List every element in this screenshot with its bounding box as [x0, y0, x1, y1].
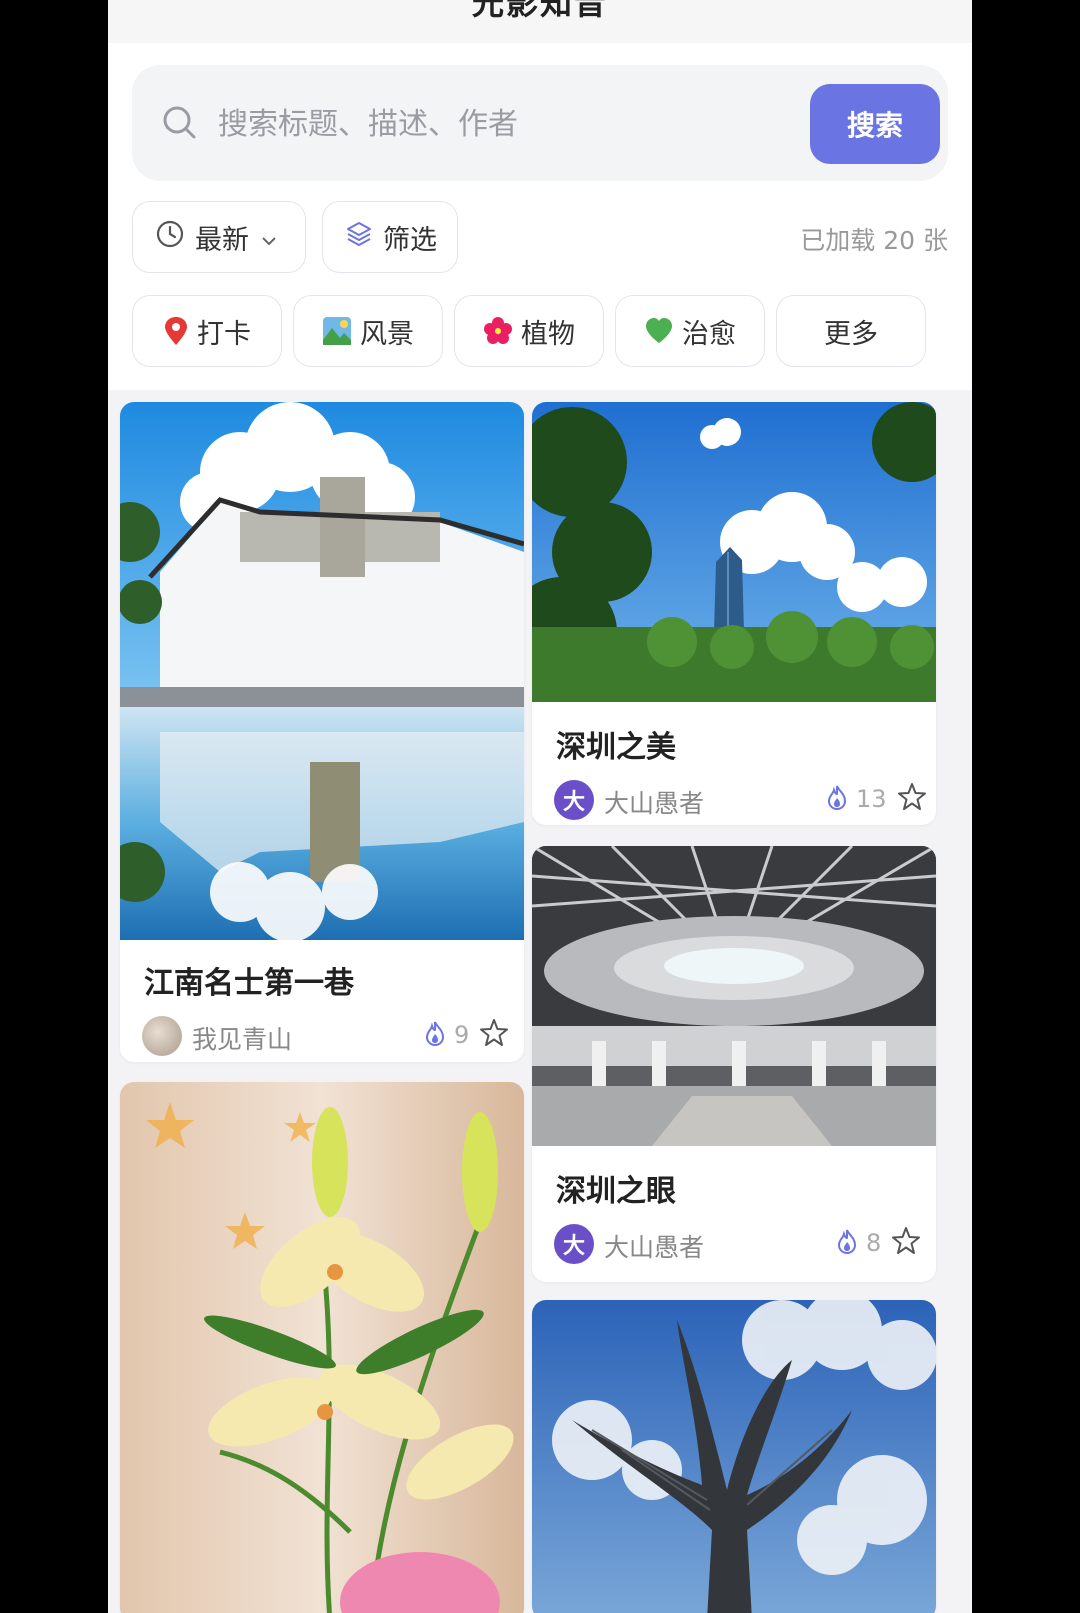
author-name: 我见青山 — [192, 1025, 293, 1054]
card-stats: 9 — [424, 1018, 509, 1052]
star-icon[interactable] — [479, 1018, 509, 1052]
top-bar: 光影知音 — [108, 0, 972, 43]
clock-icon — [155, 219, 185, 256]
star-icon[interactable] — [897, 782, 927, 816]
search-bar: 搜索 — [132, 65, 948, 181]
photo-image — [120, 402, 524, 940]
loaded-count: 已加载 20 张 — [800, 226, 948, 255]
category-plants[interactable]: 植物 — [454, 295, 604, 367]
pin-icon — [163, 315, 189, 347]
category-landscape[interactable]: 风景 — [293, 295, 443, 367]
category-healing[interactable]: 治愈 — [615, 295, 765, 367]
flame-icon — [836, 1228, 858, 1258]
flame-icon — [424, 1020, 446, 1050]
photo-feed: 江南名士第一巷 我见青山 9 深圳之美 大 大山愚者 13 深圳之眼 大 大山愚… — [108, 390, 972, 1613]
author-name: 大山愚者 — [604, 1233, 705, 1262]
card-title: 深圳之美 — [556, 730, 676, 765]
category-label: 更多 — [824, 318, 878, 350]
category-more[interactable]: 更多 — [776, 295, 926, 367]
layers-icon — [345, 220, 373, 255]
page-title: 光影知音 — [471, 0, 608, 22]
avatar[interactable]: 大 — [554, 1224, 594, 1264]
photo-card[interactable]: 江南名士第一巷 我见青山 9 — [120, 402, 524, 1062]
category-label: 治愈 — [682, 318, 736, 350]
author-row: 大 大山愚者 13 — [554, 780, 936, 820]
photo-image — [532, 846, 936, 1146]
photo-card[interactable] — [532, 1300, 936, 1613]
author-row: 我见青山 9 — [142, 1016, 524, 1056]
card-stats: 13 — [826, 782, 927, 816]
star-icon[interactable] — [891, 1226, 921, 1260]
avatar[interactable]: 大 — [554, 780, 594, 820]
photo-card[interactable] — [120, 1082, 524, 1613]
hot-count: 8 — [866, 1229, 882, 1257]
hot-count: 9 — [454, 1021, 470, 1049]
header-panel: 搜索 最新 筛选 已加载 20 张 打卡 — [108, 43, 972, 390]
photo-image — [120, 1082, 524, 1613]
photo-image — [532, 1300, 936, 1613]
search-input[interactable] — [216, 95, 780, 153]
hibiscus-icon — [483, 316, 513, 346]
author-row: 大 大山愚者 8 — [554, 1224, 936, 1264]
card-stats: 8 — [836, 1226, 921, 1260]
hot-count: 13 — [856, 785, 887, 813]
category-label: 风景 — [360, 318, 414, 350]
green-heart-icon — [644, 317, 674, 345]
card-title: 深圳之眼 — [556, 1174, 676, 1209]
flame-icon — [826, 784, 848, 814]
photo-image — [532, 402, 936, 702]
app-screen: 光影知音 搜索 最新 筛选 已加载 20 张 — [108, 0, 972, 1613]
search-button[interactable]: 搜索 — [810, 84, 940, 164]
filter-button[interactable]: 筛选 — [322, 201, 458, 273]
filter-label: 筛选 — [383, 224, 437, 256]
sort-button[interactable]: 最新 — [132, 201, 306, 273]
landscape-icon — [322, 316, 352, 346]
sort-label: 最新 — [195, 224, 249, 256]
card-title: 江南名士第一巷 — [144, 966, 354, 1001]
avatar[interactable] — [142, 1016, 182, 1056]
category-checkin[interactable]: 打卡 — [132, 295, 282, 367]
author-name: 大山愚者 — [604, 789, 705, 818]
photo-card[interactable]: 深圳之眼 大 大山愚者 8 — [532, 846, 936, 1282]
category-label: 打卡 — [197, 318, 251, 350]
search-icon — [160, 103, 200, 143]
chevron-down-icon — [261, 222, 277, 253]
category-label: 植物 — [521, 318, 575, 350]
photo-card[interactable]: 深圳之美 大 大山愚者 13 — [532, 402, 936, 825]
